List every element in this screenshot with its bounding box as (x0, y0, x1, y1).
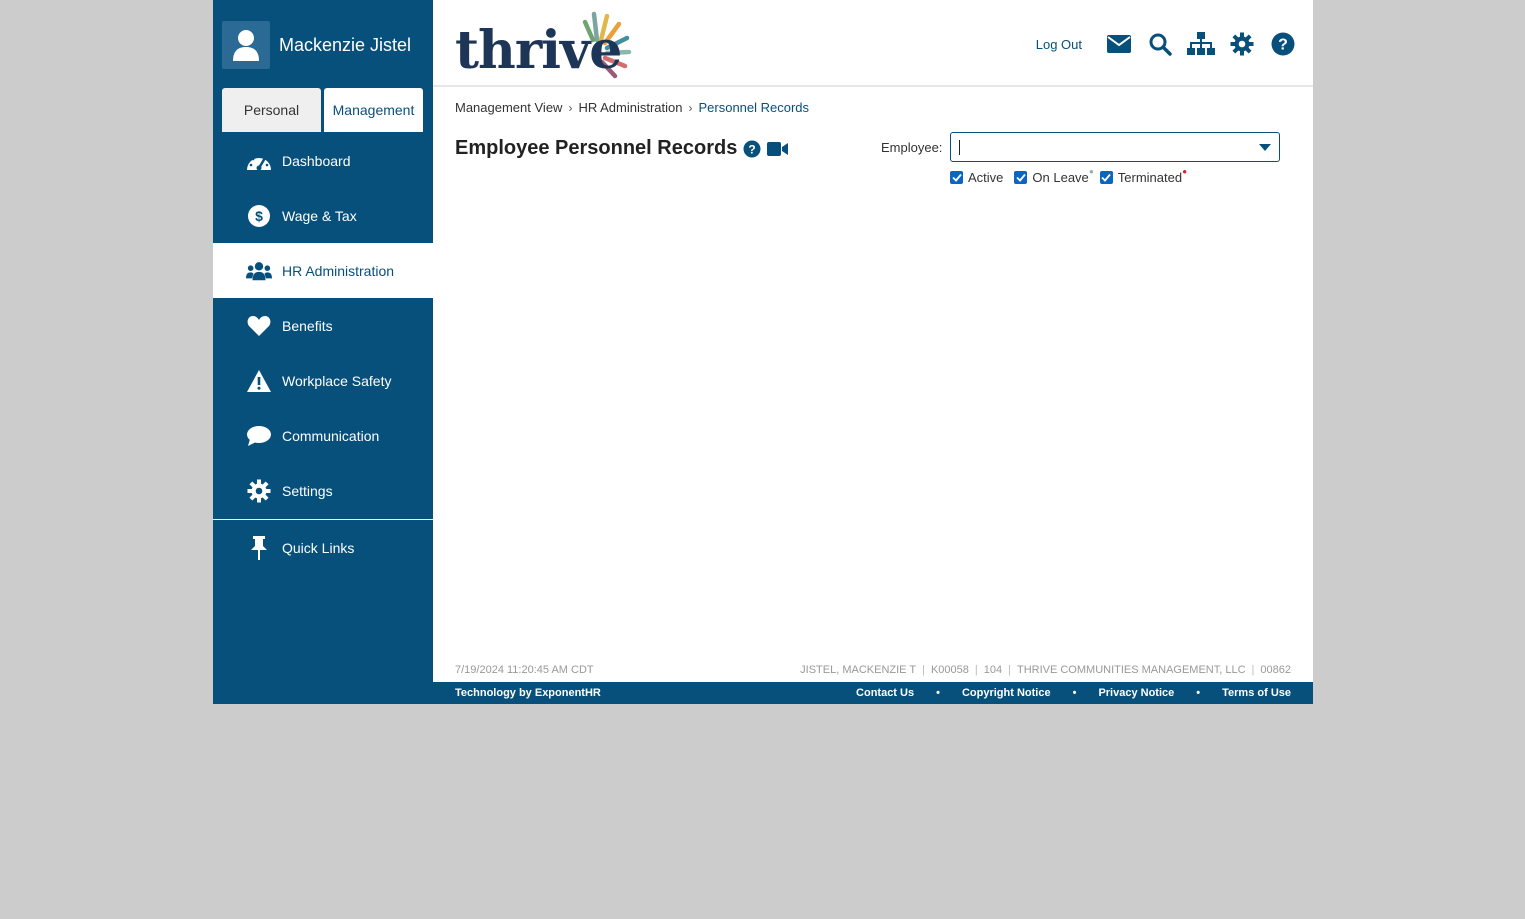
org-chart-icon[interactable] (1187, 30, 1215, 58)
status-filters: Active On Leave ● Terminated ● (950, 167, 1193, 185)
page-title-row: Employee Personnel Records ? (455, 137, 789, 160)
user-name: Mackenzie Jistel (279, 34, 412, 55)
filter-on-leave[interactable]: On Leave ● (1014, 167, 1094, 185)
footer-contact-us[interactable]: Contact Us (856, 687, 914, 699)
dashboard-gauge-icon (246, 148, 272, 174)
video-camera-icon[interactable] (767, 141, 789, 156)
gear-icon (246, 478, 272, 504)
chevron-right-icon: › (688, 100, 693, 115)
session-number: 104 (983, 664, 1003, 676)
footer-copyright-notice[interactable]: Copyright Notice (962, 687, 1051, 699)
user-block: Mackenzie Jistel (222, 20, 411, 70)
session-company-code: 00862 (1260, 664, 1291, 676)
text-cursor (959, 140, 960, 155)
user-icon (233, 30, 259, 61)
sidebar: Mackenzie Jistel Personal Management Das… (213, 0, 433, 704)
breadcrumb-hr-administration[interactable]: HR Administration (578, 100, 682, 115)
sidebar-item-label: Quick Links (282, 539, 355, 556)
tab-management[interactable]: Management (324, 88, 423, 132)
sidebar-item-workplace-safety[interactable]: Workplace Safety (213, 353, 433, 408)
sidebar-item-label: Benefits (282, 317, 333, 334)
users-icon (246, 258, 272, 284)
gear-icon[interactable] (1228, 30, 1256, 58)
sidebar-item-label: Communication (282, 427, 380, 444)
filter-label: Active (968, 170, 1004, 185)
logout-link[interactable]: Log Out (1036, 37, 1082, 52)
page-title: Employee Personnel Records (455, 137, 738, 159)
heart-icon (246, 313, 272, 339)
filter-label: On Leave (1032, 170, 1089, 185)
sidebar-item-label: Settings (282, 482, 333, 499)
app-frame: Mackenzie Jistel Personal Management Das… (213, 0, 1313, 704)
search-icon[interactable] (1146, 30, 1174, 58)
session-user: JISTEL, MACKENZIE T (800, 664, 917, 676)
checkbox-on-leave[interactable] (1014, 171, 1028, 184)
view-tabs: Personal Management (222, 88, 423, 132)
breadcrumb-management-view[interactable]: Management View (455, 100, 562, 115)
sidebar-item-label: Wage & Tax (282, 207, 357, 224)
filter-terminated[interactable]: Terminated ● (1099, 167, 1187, 185)
status-dot-icon: ● (1088, 167, 1094, 176)
session-company: THRIVE COMMUNITIES MANAGEMENT, LLC (1016, 664, 1246, 676)
sidebar-nav: Dashboard $ Wage & Tax HR Administration… (213, 133, 433, 518)
filter-active[interactable]: Active (950, 170, 1003, 185)
chevron-down-icon[interactable] (1259, 144, 1271, 151)
help-icon[interactable]: ? (1269, 30, 1297, 58)
session-employee-id: K00058 (930, 664, 969, 676)
breadcrumb-personnel-records: Personnel Records (698, 100, 810, 115)
sidebar-item-label: HR Administration (282, 262, 395, 279)
pin-icon (246, 535, 272, 561)
thrive-logo[interactable]: thrive (455, 10, 635, 87)
filter-label: Terminated (1117, 170, 1183, 185)
sidebar-item-settings[interactable]: Settings (213, 463, 433, 518)
top-header: thrive Log Out ? (433, 0, 1313, 87)
sidebar-item-benefits[interactable]: Benefits (213, 298, 433, 353)
footer-links: Contact Us • Copyright Notice • Privacy … (856, 687, 1291, 699)
logo-wordmark: thrive (455, 20, 622, 81)
header-tools: Log Out ? (1036, 30, 1297, 58)
sidebar-item-label: Workplace Safety (282, 372, 392, 389)
sidebar-item-dashboard[interactable]: Dashboard (213, 133, 433, 188)
help-icon[interactable]: ? (743, 140, 761, 158)
session-timestamp: 7/19/2024 11:20:45 AM CDT (455, 664, 594, 676)
sidebar-item-quick-links[interactable]: Quick Links (213, 520, 433, 575)
avatar[interactable] (222, 21, 270, 69)
sidebar-item-communication[interactable]: Communication (213, 408, 433, 463)
svg-text:?: ? (749, 142, 756, 156)
footer-privacy-notice[interactable]: Privacy Notice (1098, 687, 1174, 699)
quick-links-section: Quick Links (213, 519, 433, 575)
status-dot-icon: ● (1182, 167, 1188, 176)
bullet-separator: • (936, 687, 940, 699)
bullet-separator: • (1196, 687, 1201, 699)
checkbox-active[interactable] (950, 171, 963, 184)
breadcrumb: Management View › HR Administration › Pe… (455, 100, 809, 115)
chat-bubble-icon (246, 423, 272, 449)
bullet-separator: • (1072, 687, 1077, 699)
sidebar-item-label: Dashboard (282, 152, 351, 169)
dollar-circle-icon: $ (246, 203, 272, 229)
warning-triangle-icon (246, 368, 272, 394)
session-info: JISTEL, MACKENZIE T | K00058 | 104 | THRIVE CO… (800, 664, 1291, 676)
divider (213, 519, 433, 520)
sidebar-item-wage-tax[interactable]: $ Wage & Tax (213, 188, 433, 243)
employee-label: Employee: (881, 140, 943, 155)
employee-select[interactable] (950, 132, 1280, 162)
svg-text:?: ? (1278, 37, 1288, 54)
tab-personal[interactable]: Personal (222, 88, 321, 132)
sidebar-item-hr-administration[interactable]: HR Administration (213, 243, 433, 298)
footer-terms-of-use[interactable]: Terms of Use (1222, 687, 1291, 699)
chevron-right-icon: › (568, 100, 573, 115)
footer-bar: Technology by ExponentHR Contact Us • Co… (433, 682, 1313, 704)
status-line: 7/19/2024 11:20:45 AM CDT JISTEL, MACKEN… (455, 664, 1291, 676)
svg-text:$: $ (255, 208, 263, 224)
footer-tech-link[interactable]: Technology by ExponentHR (455, 687, 601, 699)
checkbox-terminated[interactable] (1099, 171, 1113, 184)
mail-icon[interactable] (1105, 30, 1133, 58)
